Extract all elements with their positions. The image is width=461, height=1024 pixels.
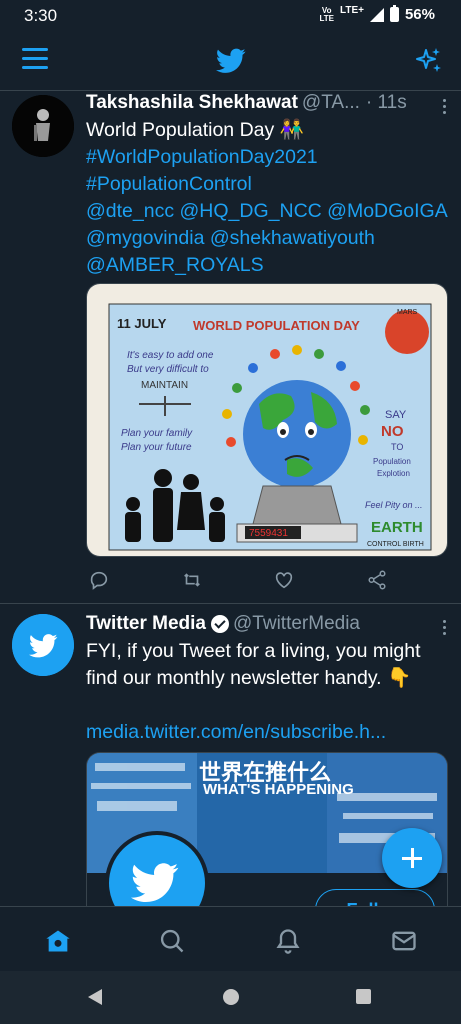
retweet-icon[interactable] — [181, 569, 203, 591]
avatar[interactable] — [12, 95, 74, 157]
twitter-bird-icon — [131, 863, 179, 902]
avatar-image — [12, 95, 74, 157]
poster-title: WORLD POPULATION DAY — [193, 318, 360, 333]
home-icon[interactable] — [44, 927, 72, 955]
back-icon[interactable] — [88, 989, 102, 1005]
timeline-feed[interactable]: Takshashila Shekhawat @TA... · 11s World… — [0, 91, 461, 906]
sparkle-icon[interactable] — [415, 46, 443, 74]
mention-links[interactable]: @dte_ncc @HQ_DG_NCC @MoDGoIGA — [86, 198, 448, 225]
hashtag-link[interactable]: #WorldPopulationDay2021 — [86, 144, 448, 171]
status-icons: Vo LTE LTE+ 56% — [319, 5, 435, 23]
tweet-text: FYI, if you Tweet for a living, you migh… — [86, 640, 421, 689]
tweet-content: Takshashila Shekhawat @TA... · 11s World… — [86, 91, 448, 279]
status-time: 3:30 — [24, 6, 58, 25]
twitter-bird-icon[interactable] — [216, 48, 246, 74]
poster-text: CONTROL BIRTH — [367, 541, 424, 548]
poster-text: Population — [373, 457, 411, 466]
app-bar — [0, 32, 461, 91]
poster-illustration: 11 JULY WORLD POPULATION DAY MARS It's e… — [87, 284, 447, 556]
tweet-link[interactable]: media.twitter.com/en/subscribe.h... — [86, 719, 448, 746]
tweet-header: Twitter Media @TwitterMedia — [86, 612, 448, 636]
poster-text: Plan your future — [121, 442, 192, 453]
like-heart-icon[interactable] — [273, 569, 295, 591]
hashtag-link[interactable]: #PopulationControl — [86, 171, 448, 198]
poster-mars: MARS — [397, 309, 418, 316]
battery-level: 56% — [404, 6, 435, 23]
author-handle[interactable]: @TwitterMedia — [233, 612, 360, 636]
tweet-time: · 11s — [365, 92, 407, 113]
volte-indicator: Vo LTE — [319, 5, 334, 23]
author-handle[interactable]: @TA... — [302, 91, 360, 115]
reply-icon[interactable] — [88, 569, 110, 591]
poster-text: It's easy to add one — [127, 350, 214, 361]
population-counter: 7559431 — [249, 528, 288, 539]
poster-text: NO — [381, 423, 404, 440]
avatar[interactable] — [12, 614, 74, 676]
mention-links[interactable]: @mygovindia @shekhawatiyouth — [86, 225, 448, 252]
poster-text: SAY — [385, 409, 407, 421]
network-type: LTE+ — [339, 5, 364, 16]
recent-apps-icon[interactable] — [356, 989, 371, 1004]
poster-text: But very difficult to — [127, 364, 209, 375]
poster-text: Feel Pity on ... — [365, 500, 423, 510]
poster-text: MAINTAIN — [141, 380, 188, 391]
hamburger-menu-icon[interactable] — [22, 48, 48, 72]
poster-text: EARTH — [371, 519, 423, 536]
author-name[interactable]: Twitter Media — [86, 612, 206, 636]
profile-card[interactable]: 世界在推什么 WHAT'S HAPPENING Follow — [86, 752, 448, 906]
mention-link[interactable]: @AMBER_ROYALS — [86, 252, 448, 279]
messages-icon[interactable] — [390, 927, 418, 955]
tweet-image[interactable]: 11 JULY WORLD POPULATION DAY MARS It's e… — [86, 283, 448, 557]
banner-text: WHAT'S HAPPENING — [203, 781, 354, 798]
more-options-icon[interactable] — [443, 620, 447, 638]
tweet[interactable]: Takshashila Shekhawat @TA... · 11s World… — [0, 91, 461, 601]
tweet-header: Takshashila Shekhawat @TA... · 11s — [86, 91, 448, 115]
signal-icon — [369, 7, 384, 22]
system-navigation-bar — [0, 971, 461, 1024]
tweet-line: World Population Day 👫 — [86, 119, 304, 141]
search-icon[interactable] — [158, 927, 186, 955]
author-name[interactable]: Takshashila Shekhawat — [86, 91, 298, 115]
follow-button[interactable]: Follow — [315, 889, 435, 906]
twitter-bird-icon — [12, 614, 74, 676]
verified-badge-icon — [211, 615, 229, 633]
poster-text: Plan your family — [121, 428, 193, 439]
notifications-bell-icon[interactable] — [274, 927, 302, 955]
bottom-navigation — [0, 906, 461, 972]
share-icon[interactable] — [366, 569, 388, 591]
tweet-text: World Population Day 👫 #WorldPopulationD… — [86, 117, 448, 279]
tweet-actions — [88, 569, 388, 591]
poster-text: TO — [391, 442, 403, 452]
home-button-icon[interactable] — [223, 989, 239, 1005]
compose-tweet-button[interactable] — [382, 828, 442, 888]
poster-text: Explotion — [377, 469, 410, 478]
status-bar: 3:30 Vo LTE LTE+ 56% — [0, 0, 461, 32]
battery-icon — [389, 5, 399, 22]
card-avatar[interactable] — [105, 831, 209, 906]
poster-date: 11 JULY — [117, 316, 167, 331]
tweet-content: Twitter Media @TwitterMedia FYI, if you … — [86, 612, 448, 746]
more-options-icon[interactable] — [443, 99, 447, 117]
